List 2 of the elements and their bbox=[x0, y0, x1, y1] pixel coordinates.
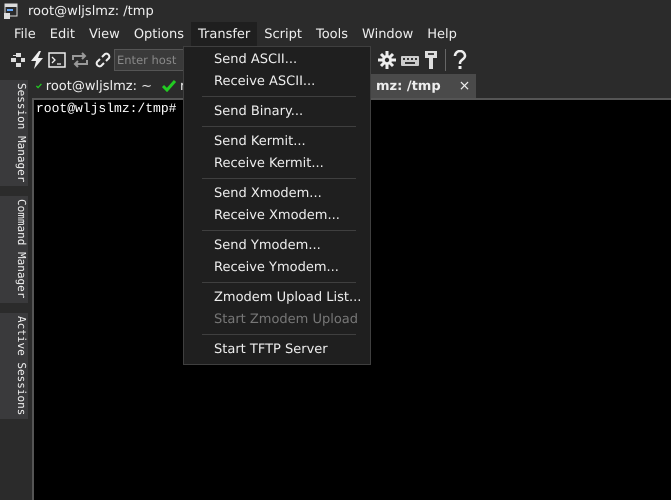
window-title: root@wljslmz: /tmp bbox=[28, 4, 154, 18]
terminal-prompt: root@wljslmz:/tmp# bbox=[36, 101, 176, 116]
